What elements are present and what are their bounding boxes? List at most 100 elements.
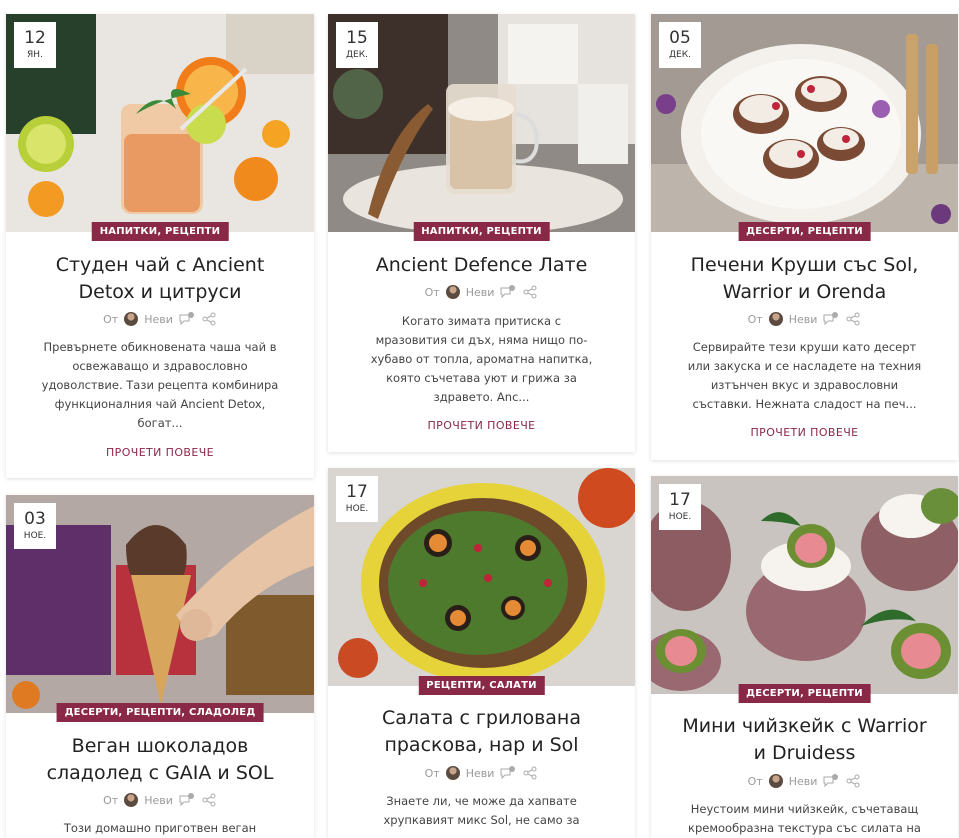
avatar[interactable] <box>124 312 139 326</box>
category-tag[interactable]: ДЕСЕРТИ, РЕЦЕПТИ, СЛАДОЛЕД <box>56 703 264 722</box>
avatar[interactable] <box>445 766 460 780</box>
avatar[interactable] <box>768 312 783 326</box>
avatar[interactable] <box>124 793 139 807</box>
share-icon[interactable] <box>845 312 861 326</box>
excerpt-line: или закуска и се насладете на техния <box>687 359 922 373</box>
comment-icon[interactable] <box>823 774 839 788</box>
post-meta: От Неви <box>328 285 635 299</box>
category-tag[interactable]: РЕЦЕПТИ, САЛАТИ <box>418 676 545 695</box>
comment-icon[interactable] <box>500 766 516 780</box>
post-title-line[interactable]: Студен чай с Ancient <box>16 252 304 279</box>
excerpt-line: съставки. Нежната сладост на печ... <box>692 397 917 411</box>
post-card[interactable]: 03 ное. ДЕСЕРТИ, РЕЦЕПТИ, СЛАДОЛЕД Веган… <box>6 495 314 838</box>
author-name[interactable]: Неви <box>144 794 173 807</box>
post-title[interactable]: Ancient Defence Лате <box>338 252 625 279</box>
date-badge: 12 ян. <box>14 22 56 68</box>
post-photo-salad[interactable]: 17 ное. <box>328 468 635 686</box>
post-title-line[interactable]: Салата с грилована <box>338 705 625 732</box>
post-excerpt: Превърнете обикновената чаша чай в освеж… <box>28 338 292 433</box>
date-badge: 15 дек. <box>336 22 378 68</box>
post-card[interactable]: 12 ян. НАПИТКИ, РЕЦЕПТИ Студен чай с Anc… <box>6 14 314 478</box>
read-more-link[interactable]: ПРОЧЕТИ ПОВЕЧЕ <box>651 426 958 439</box>
date-month: дек. <box>669 50 691 60</box>
excerpt-line: която съчетава уют и грижа за <box>386 371 577 385</box>
date-day: 12 <box>24 28 46 48</box>
author-name[interactable]: Неви <box>144 313 173 326</box>
post-photo-ice-cream[interactable]: 03 ное. <box>6 495 314 713</box>
category-label[interactable]: ДЕСЕРТИ, РЕЦЕПТИ, СЛАДОЛЕД <box>65 707 256 718</box>
share-icon[interactable] <box>845 774 861 788</box>
category-label[interactable]: НАПИТКИ, РЕЦЕПТИ <box>100 226 221 237</box>
category-label[interactable]: ДЕСЕРТИ, РЕЦЕПТИ <box>746 226 863 237</box>
excerpt-line: удоволствие. Тази рецепта комбинира <box>41 378 279 392</box>
author-name[interactable]: Неви <box>789 313 818 326</box>
post-title-line[interactable]: Веган шоколадов <box>16 733 304 760</box>
excerpt-line: Неустоим мини чийзкейк, съчетаващ <box>690 802 919 816</box>
excerpt-line: Този домашно приготвен веган <box>63 821 257 835</box>
post-title[interactable]: Студен чай с Ancient Detox и цитруси <box>16 252 304 306</box>
category-label[interactable]: ДЕСЕРТИ, РЕЦЕПТИ <box>746 688 863 699</box>
category-label[interactable]: РЕЦЕПТИ, САЛАТИ <box>426 680 536 691</box>
post-title[interactable]: Мини чийзкейк с Warrior и Druidess <box>661 713 948 767</box>
by-label: От <box>424 285 440 299</box>
post-excerpt: Когато зимата притиска с мразовития си д… <box>350 312 613 407</box>
avatar[interactable] <box>768 774 783 788</box>
date-day: 03 <box>24 509 46 529</box>
post-meta: От Неви <box>651 774 958 788</box>
post-card[interactable]: 05 дек. ДЕСЕРТИ, РЕЦЕПТИ Печени Круши съ… <box>651 14 958 460</box>
date-day: 17 <box>346 482 368 502</box>
excerpt-line: мразовития си дъх, няма нищо по- <box>375 333 588 347</box>
comment-icon[interactable] <box>179 312 195 326</box>
post-excerpt: Този домашно приготвен веган <box>28 819 292 838</box>
post-photo-cheesecake[interactable]: 17 ное. <box>651 476 958 694</box>
date-month: ное. <box>668 512 692 522</box>
post-card[interactable]: 15 дек. НАПИТКИ, РЕЦЕПТИ Ancient Defence… <box>328 14 635 452</box>
post-photo-iced-tea[interactable]: 12 ян. <box>6 14 314 232</box>
date-badge: 05 дек. <box>659 22 701 68</box>
by-label: От <box>747 312 763 326</box>
post-title-line[interactable]: Detox и цитруси <box>16 279 304 306</box>
date-day: 17 <box>669 490 691 510</box>
post-title[interactable]: Печени Круши със Sol, Warrior и Orenda <box>661 252 948 306</box>
comment-icon[interactable] <box>500 285 516 299</box>
excerpt-line: Когато зимата притиска с <box>401 314 562 328</box>
post-meta: От Неви <box>651 312 958 326</box>
post-photo-pears[interactable]: 05 дек. <box>651 14 958 232</box>
author-name[interactable]: Неви <box>466 767 495 780</box>
category-tag[interactable]: НАПИТКИ, РЕЦЕПТИ <box>91 222 229 241</box>
post-title-line[interactable]: Мини чийзкейк с Warrior <box>661 713 948 740</box>
category-tag[interactable]: ДЕСЕРТИ, РЕЦЕПТИ <box>738 684 871 703</box>
read-more-link[interactable]: ПРОЧЕТИ ПОВЕЧЕ <box>328 419 635 432</box>
author-name[interactable]: Неви <box>789 775 818 788</box>
post-title-line[interactable]: Печени Круши със Sol, <box>661 252 948 279</box>
post-card[interactable]: 17 ное. РЕЦЕПТИ, САЛАТИ Салата с грилова… <box>328 468 635 838</box>
post-meta: От Неви <box>6 312 314 326</box>
date-month: ное. <box>345 504 369 514</box>
author-name[interactable]: Неви <box>466 286 495 299</box>
post-title-line[interactable]: и Druidess <box>661 740 948 767</box>
category-label[interactable]: НАПИТКИ, РЕЦЕПТИ <box>421 226 542 237</box>
category-tag[interactable]: НАПИТКИ, РЕЦЕПТИ <box>413 222 550 241</box>
avatar[interactable] <box>445 285 460 299</box>
post-photo-latte[interactable]: 15 дек. <box>328 14 635 232</box>
post-title-line[interactable]: сладолед с GAIA и SOL <box>16 760 304 787</box>
comment-icon[interactable] <box>823 312 839 326</box>
share-icon[interactable] <box>522 766 538 780</box>
post-title[interactable]: Салата с грилована праскова, нар и Sol <box>338 705 625 759</box>
read-more-link[interactable]: ПРОЧЕТИ ПОВЕЧЕ <box>6 446 314 459</box>
date-badge: 17 ное. <box>659 484 701 530</box>
share-icon[interactable] <box>522 285 538 299</box>
post-title-line[interactable]: праскова, нар и Sol <box>338 732 625 759</box>
share-icon[interactable] <box>201 312 217 326</box>
post-meta: От Неви <box>6 793 314 807</box>
post-title-line[interactable]: Ancient Defence Лате <box>338 252 625 279</box>
by-label: От <box>747 774 763 788</box>
share-icon[interactable] <box>201 793 217 807</box>
category-tag[interactable]: ДЕСЕРТИ, РЕЦЕПТИ <box>738 222 871 241</box>
post-title[interactable]: Веган шоколадов сладолед с GAIA и SOL <box>16 733 304 787</box>
post-title-line[interactable]: Warrior и Orenda <box>661 279 948 306</box>
date-month: ное. <box>23 531 47 541</box>
comment-icon[interactable] <box>179 793 195 807</box>
excerpt-line: хубаво от топла, ароматна напитка, <box>370 352 593 366</box>
post-card[interactable]: 17 ное. ДЕСЕРТИ, РЕЦЕПТИ Мини чийзкейк с… <box>651 476 958 838</box>
